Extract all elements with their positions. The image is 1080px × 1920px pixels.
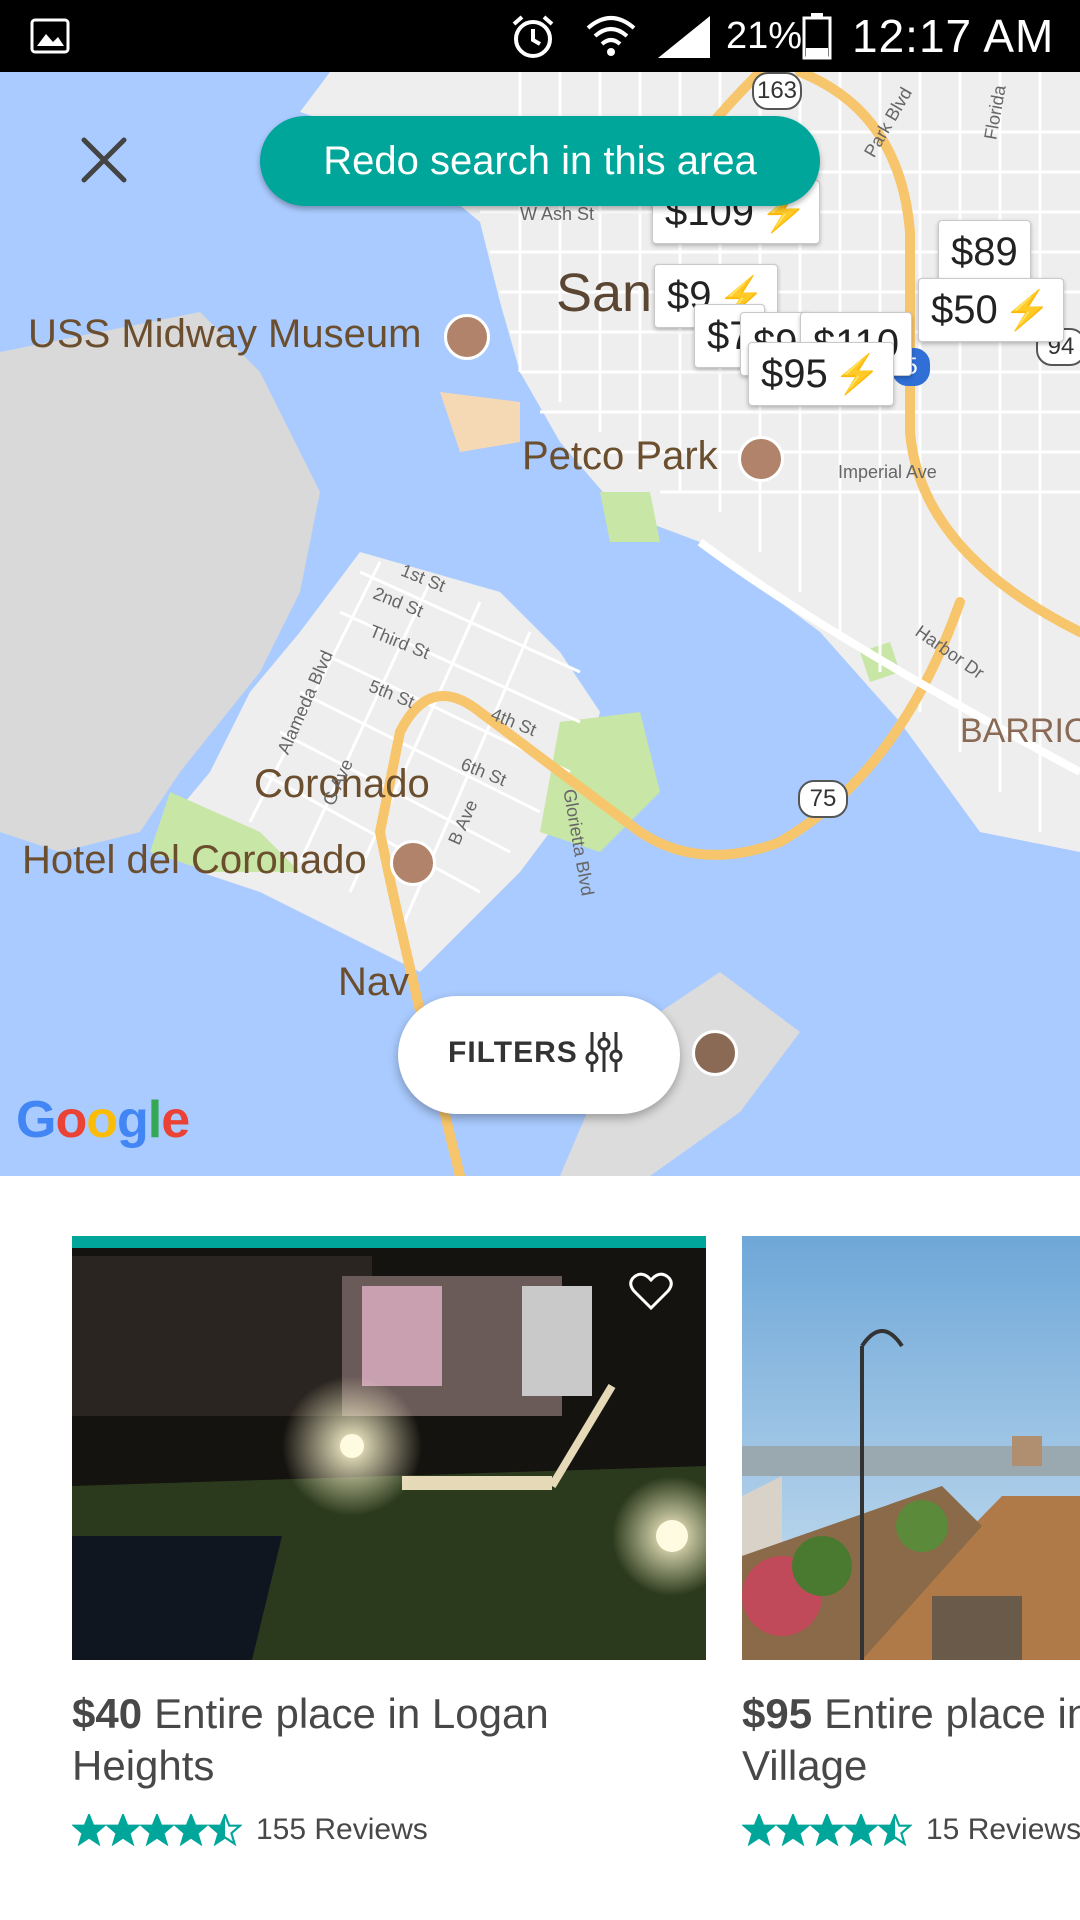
listing-description: Entire place in Logan Heights bbox=[72, 1690, 549, 1789]
listing-photo[interactable] bbox=[72, 1236, 706, 1660]
star-icon bbox=[72, 1814, 106, 1846]
listing-card[interactable]: $95Entire place in Little Italy Village … bbox=[742, 1236, 1080, 1850]
listing-title: $95Entire place in Little Italy Village bbox=[742, 1688, 1080, 1792]
battery-icon bbox=[802, 13, 832, 60]
landmark-icon bbox=[692, 1030, 738, 1076]
redo-search-button[interactable]: Redo search in this area bbox=[260, 116, 820, 206]
map-view[interactable]: San USS Midway Museum Petco Park Coronad… bbox=[0, 72, 1080, 1176]
highway-shield-163: 163 bbox=[752, 72, 802, 110]
star-icon bbox=[844, 1814, 878, 1846]
sliders-icon bbox=[585, 1032, 623, 1072]
google-logo: Google bbox=[16, 1091, 190, 1149]
listing-photo[interactable] bbox=[742, 1236, 1080, 1660]
review-count: 15 Reviews bbox=[926, 1813, 1080, 1846]
signal-icon bbox=[658, 16, 710, 58]
review-count: 155 Reviews bbox=[256, 1813, 428, 1846]
rooftop-photo bbox=[742, 1236, 1080, 1660]
place-label-uss-midway: USS Midway Museum bbox=[28, 312, 422, 356]
status-bar: 21% 12:17 AM bbox=[0, 0, 1080, 72]
battery-percent: 21% bbox=[726, 15, 803, 57]
instant-book-icon: ⚡ bbox=[833, 354, 882, 396]
filters-button[interactable]: FILTERS bbox=[398, 996, 680, 1114]
listing-price: $95 bbox=[742, 1690, 813, 1737]
star-icon bbox=[174, 1814, 208, 1846]
street-label: W Ash St bbox=[520, 204, 595, 224]
resort-icon bbox=[390, 840, 436, 886]
star-icon bbox=[140, 1814, 174, 1846]
stadium-icon bbox=[738, 436, 784, 482]
instant-book-icon: ⚡ bbox=[1003, 290, 1052, 332]
rating-row: 155 Reviews bbox=[72, 1810, 706, 1850]
rating-row: 15 Reviews bbox=[742, 1810, 1080, 1850]
star-icon bbox=[878, 1814, 912, 1846]
price-pin[interactable]: $89 bbox=[938, 220, 1031, 284]
garden-photo bbox=[72, 1236, 706, 1660]
place-label-petco: Petco Park bbox=[522, 434, 718, 478]
star-icon bbox=[776, 1814, 810, 1846]
price-pin[interactable]: $50 ⚡ bbox=[918, 278, 1065, 342]
place-label-san-diego: San bbox=[556, 263, 653, 323]
price-pin-selected[interactable]: $95 ⚡ bbox=[748, 342, 895, 406]
highway-shield-75: 75 bbox=[798, 780, 848, 818]
heart-icon[interactable] bbox=[628, 1270, 674, 1312]
star-icon bbox=[106, 1814, 140, 1846]
star-icon bbox=[810, 1814, 844, 1846]
listing-card[interactable]: $40 Entire place in Logan Heights 155 Rev… bbox=[72, 1236, 706, 1850]
listing-title: $40 Entire place in Logan Heights bbox=[72, 1688, 672, 1792]
star-rating bbox=[72, 1814, 242, 1846]
close-button[interactable] bbox=[74, 130, 134, 190]
star-rating bbox=[742, 1814, 912, 1846]
place-label-hotel-del: Hotel del Coronado bbox=[22, 838, 367, 882]
star-icon bbox=[208, 1814, 242, 1846]
gallery-icon bbox=[30, 18, 70, 54]
listing-carousel[interactable]: $40 Entire place in Logan Heights 155 Rev… bbox=[0, 1176, 1080, 1920]
museum-icon bbox=[444, 314, 490, 360]
wifi-icon bbox=[586, 16, 636, 56]
place-label-naval: Nav bbox=[338, 960, 410, 1004]
alarm-icon bbox=[512, 15, 554, 58]
place-label-barrio: BARRIO bbox=[960, 712, 1080, 750]
selected-indicator bbox=[72, 1236, 706, 1248]
filters-label: FILTERS bbox=[448, 1036, 578, 1069]
star-icon bbox=[742, 1814, 776, 1846]
listing-price: $40 bbox=[72, 1690, 143, 1737]
street-label: Imperial Ave bbox=[838, 462, 937, 482]
clock: 12:17 AM bbox=[852, 10, 1055, 62]
